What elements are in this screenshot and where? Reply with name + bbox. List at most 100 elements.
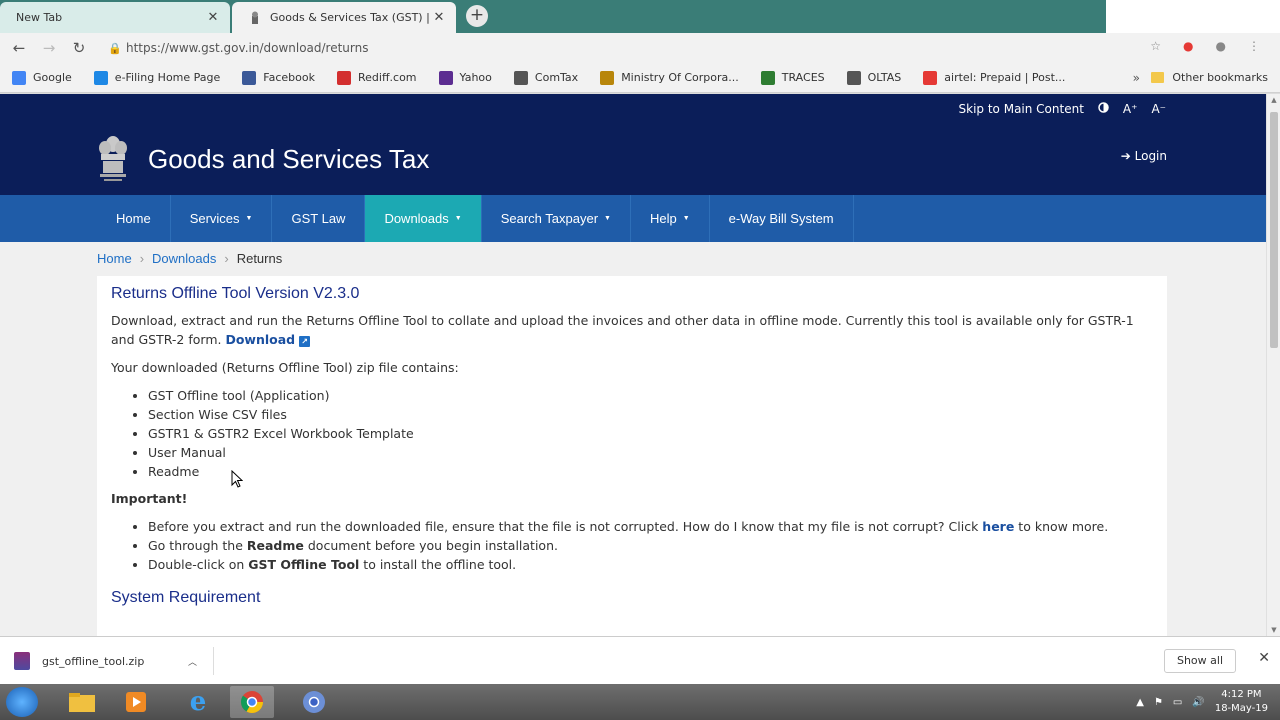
media-player-icon[interactable]: [114, 686, 158, 718]
bookmark-item[interactable]: e-Filing Home Page: [93, 70, 220, 85]
breadcrumb-downloads[interactable]: Downloads: [152, 251, 216, 266]
nav-item-label: Downloads: [384, 211, 449, 226]
font-increase-button[interactable]: A⁺: [1123, 102, 1138, 116]
download-shelf: gst_offline_tool.zip ︿ Show all ✕: [0, 636, 1280, 684]
tab-gst-returns[interactable]: Goods & Services Tax (GST) | Ret ✕: [232, 2, 456, 33]
more-bookmarks-icon[interactable]: »: [1133, 71, 1140, 85]
close-icon[interactable]: ✕: [206, 10, 220, 25]
here-link[interactable]: here: [982, 519, 1014, 534]
address-bar[interactable]: 🔒 https://www.gst.gov.in/download/return…: [104, 35, 1104, 61]
action-center-icon[interactable]: ⚑: [1154, 697, 1163, 708]
system-clock[interactable]: 4:12 PM 18-May-19: [1215, 688, 1268, 716]
national-emblem-logo: [96, 134, 130, 186]
important-heading: Important!: [111, 491, 188, 506]
close-icon[interactable]: ✕: [432, 10, 446, 25]
breadcrumb: Home › Downloads › Returns: [97, 251, 282, 266]
nav-item-home[interactable]: Home: [97, 195, 171, 242]
bookmark-item[interactable]: Yahoo: [438, 70, 492, 85]
extension-icon[interactable]: ●: [1183, 39, 1193, 53]
system-requirement-heading: System Requirement: [111, 589, 261, 606]
download-link[interactable]: Download ↗: [225, 332, 311, 347]
rediff-icon: [336, 70, 351, 85]
bookmark-item[interactable]: TRACES: [760, 70, 825, 85]
nav-item-gst-law[interactable]: GST Law: [272, 195, 366, 242]
caret-down-icon: ▼: [604, 215, 611, 222]
tab-title: New Tab: [16, 11, 63, 24]
file-explorer-icon[interactable]: [60, 686, 104, 718]
bookmark-item[interactable]: OLTAS: [846, 70, 902, 85]
bookmark-item[interactable]: Rediff.com: [336, 70, 417, 85]
bookmark-item[interactable]: Facebook: [242, 70, 315, 85]
utility-links: Skip to Main Content A⁺ A⁻: [959, 102, 1166, 116]
download-link-label: Download: [225, 332, 296, 347]
zip-contents-list: GST Offline tool (Application) Section W…: [148, 386, 1153, 481]
profile-icon[interactable]: ●: [1216, 39, 1226, 53]
back-arrow-icon[interactable]: ←: [4, 39, 34, 57]
content-panel: Returns Offline Tool Version V2.3.0 Down…: [97, 276, 1167, 636]
font-decrease-button[interactable]: A⁻: [1151, 102, 1166, 116]
google-icon: [12, 70, 26, 85]
login-icon: ➔: [1120, 149, 1131, 163]
nav-item-help[interactable]: Help ▼: [631, 195, 710, 242]
tray-expand-icon[interactable]: ▲: [1136, 697, 1144, 708]
internet-explorer-icon[interactable]: e: [176, 686, 220, 718]
bookmark-label: Facebook: [263, 71, 315, 84]
folder-icon: [1151, 72, 1165, 83]
volume-icon[interactable]: 🔊: [1192, 697, 1204, 708]
list-item: GST Offline tool (Application): [148, 386, 1153, 405]
contrast-icon[interactable]: [1098, 102, 1109, 116]
breadcrumb-home[interactable]: Home: [97, 251, 132, 266]
reload-icon[interactable]: ↻: [64, 39, 94, 57]
nav-item-downloads[interactable]: Downloads ▼: [365, 195, 482, 242]
scroll-up-icon[interactable]: ▲: [1267, 96, 1280, 104]
browser-tab-strip: New Tab ✕ Goods & Services Tax (GST) | R…: [0, 0, 1280, 47]
chevron-up-icon[interactable]: ︿: [188, 655, 197, 668]
zip-file-icon: [14, 652, 30, 670]
bookmark-item[interactable]: ComTax: [513, 70, 578, 85]
new-tab-button[interactable]: +: [466, 5, 488, 27]
important-text: to know more.: [1014, 519, 1109, 534]
bookmark-star-icon[interactable]: ☆: [1150, 39, 1161, 53]
breadcrumb-separator: ›: [224, 251, 229, 266]
bookmark-label: OLTAS: [867, 71, 902, 84]
bookmark-item[interactable]: Ministry Of Corpora...: [600, 70, 739, 85]
important-text: Go through the: [148, 538, 247, 553]
site-title[interactable]: Goods and Services Tax: [148, 144, 429, 175]
start-button-icon[interactable]: [6, 687, 38, 717]
list-item: Before you extract and run the downloade…: [148, 517, 1153, 536]
bookmark-item[interactable]: airtel: Prepaid | Post...: [923, 70, 1066, 85]
network-icon[interactable]: ▭: [1173, 697, 1182, 708]
caret-down-icon: ▼: [682, 215, 690, 222]
tab-new-tab[interactable]: New Tab ✕: [0, 2, 230, 33]
important-text: Double-click on: [148, 557, 249, 572]
page-scrollbar[interactable]: ▲ ▼: [1266, 94, 1280, 636]
list-item: Section Wise CSV files: [148, 405, 1153, 424]
close-icon[interactable]: ✕: [1258, 650, 1270, 666]
important-text: Before you extract and run the downloade…: [148, 519, 983, 534]
bookmark-item[interactable]: Google: [12, 70, 72, 85]
bookmark-label: Rediff.com: [357, 71, 417, 84]
nav-item-label: Home: [116, 211, 151, 226]
nav-item-label: e-Way Bill System: [728, 211, 834, 226]
scrollbar-thumb[interactable]: [1270, 112, 1278, 348]
bookmark-label: Google: [33, 71, 72, 84]
nav-item-search-taxpayer[interactable]: Search Taxpayer ▼: [482, 195, 631, 242]
download-item[interactable]: gst_offline_tool.zip ︿: [14, 647, 214, 675]
bookmark-label: airtel: Prepaid | Post...: [944, 71, 1066, 84]
show-all-button[interactable]: Show all: [1163, 649, 1236, 673]
globe-icon: [846, 70, 861, 85]
nav-item-e-way-bill-system[interactable]: e-Way Bill System: [710, 195, 854, 242]
skip-to-main-link[interactable]: Skip to Main Content: [959, 102, 1084, 116]
forward-arrow-icon[interactable]: →: [34, 39, 64, 57]
menu-icon[interactable]: ⋮: [1248, 39, 1260, 53]
scroll-down-icon[interactable]: ▼: [1267, 626, 1280, 634]
chrome-taskbar-icon[interactable]: [230, 686, 274, 718]
login-link[interactable]: ➔ Login: [1121, 149, 1167, 163]
airtel-icon: [923, 70, 938, 85]
external-link-icon: ↗: [299, 336, 311, 347]
other-bookmarks[interactable]: Other bookmarks: [1151, 71, 1268, 84]
chrome-canary-icon[interactable]: [292, 686, 336, 718]
tab-title: Goods & Services Tax (GST) | Ret: [270, 11, 432, 24]
emblem-favicon-icon: [248, 11, 262, 25]
nav-item-services[interactable]: Services ▼: [171, 195, 273, 242]
